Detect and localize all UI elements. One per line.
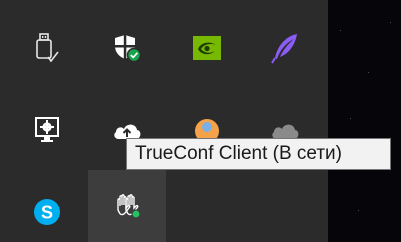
tray-item-display[interactable] [8,100,86,160]
windows-security-icon [112,33,142,63]
trueconf-icon [112,192,142,220]
usb-eject-icon [34,32,60,64]
tray-item-feather[interactable] [246,18,324,78]
skype-icon: S [32,197,62,227]
tray-item-security[interactable] [88,18,166,78]
desktop-wallpaper [328,0,401,242]
screen: S TrueConf Client (В сети) [0,0,401,242]
tooltip-trueconf-status: TrueConf Client (В сети) [126,138,391,170]
tray-item-trueconf[interactable] [88,170,166,242]
tray-item-skype[interactable]: S [8,182,86,242]
tray-item-nvidia[interactable] [168,18,246,78]
notification-overflow-panel: S [0,0,328,242]
nvidia-icon [192,35,222,61]
display-settings-icon [34,116,60,144]
svg-text:S: S [41,203,53,223]
feather-icon [270,32,300,64]
tray-item-usb[interactable] [8,18,86,78]
